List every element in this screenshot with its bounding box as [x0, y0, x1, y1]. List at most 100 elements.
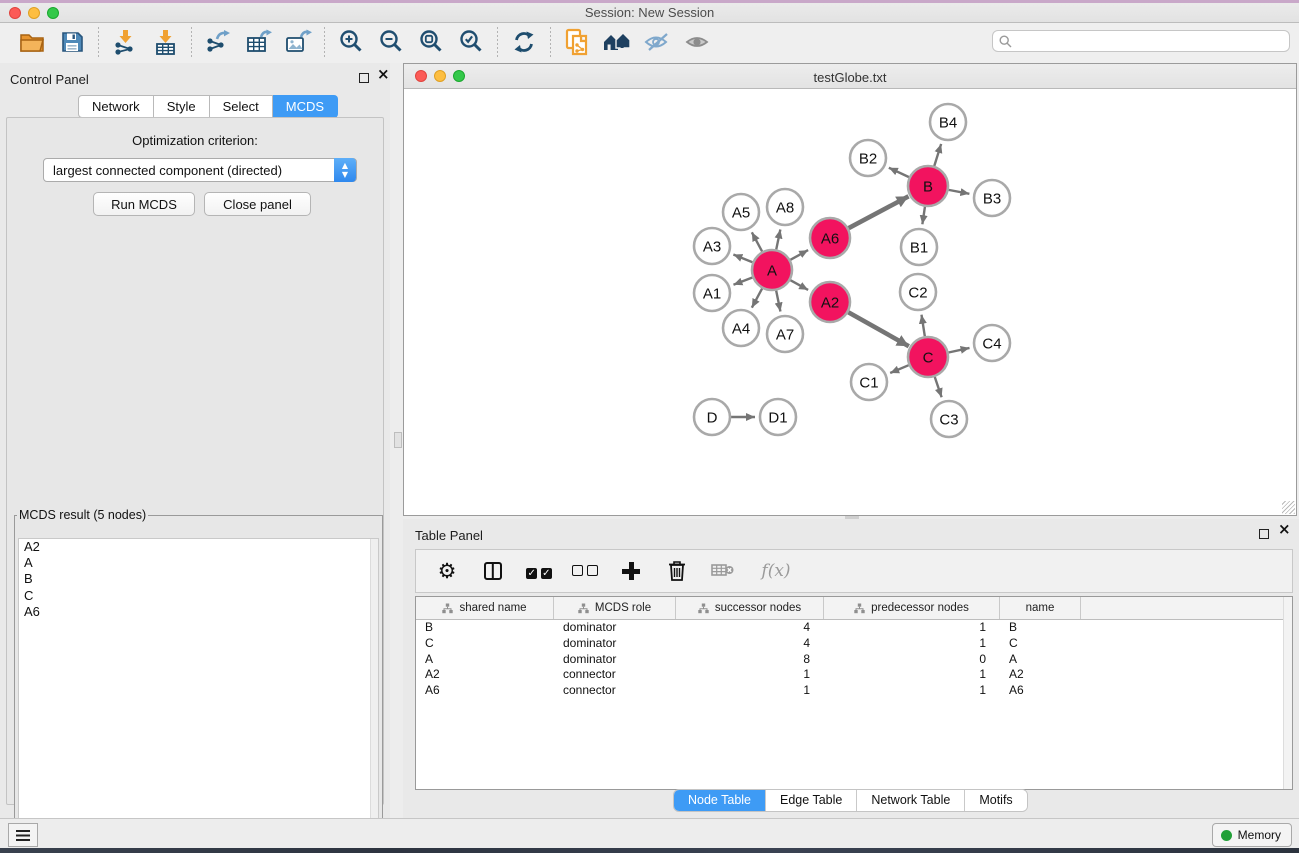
table-cell[interactable]: A6	[416, 683, 554, 699]
table-cell[interactable]: B	[416, 620, 554, 636]
settings-gear-button[interactable]: ⚙	[432, 556, 462, 586]
graph-edge-A-A5[interactable]	[752, 232, 762, 251]
search-field[interactable]	[992, 30, 1290, 52]
graph-node-A[interactable]: A	[752, 250, 792, 290]
table-cell[interactable]: A	[416, 652, 554, 668]
delete-row-button[interactable]	[662, 556, 692, 586]
graph-node-C3[interactable]: C3	[931, 401, 967, 437]
column-header-shared-name[interactable]: shared name	[416, 597, 554, 619]
graph-node-C[interactable]: C	[908, 337, 948, 377]
graph-node-A4[interactable]: A4	[723, 310, 759, 346]
mcds-result-item[interactable]: A2	[19, 539, 378, 555]
table-scrollbar[interactable]	[1283, 597, 1292, 789]
zoom-in-button[interactable]	[331, 26, 371, 60]
mcds-result-item[interactable]: A6	[19, 604, 378, 620]
function-builder-button[interactable]: f(x)	[754, 556, 798, 586]
import-table-button[interactable]	[145, 26, 185, 60]
table-cell[interactable]: 1	[676, 683, 824, 699]
graph-node-B4[interactable]: B4	[930, 104, 966, 140]
table-cell[interactable]: C	[416, 636, 554, 652]
export-image-button[interactable]	[278, 26, 318, 60]
table-cell[interactable]: connector	[554, 667, 676, 683]
graph-edge-B-B2[interactable]	[889, 168, 909, 177]
graph-node-C4[interactable]: C4	[974, 325, 1010, 361]
table-cell[interactable]: 1	[824, 667, 1000, 683]
open-session-button[interactable]	[12, 26, 52, 60]
export-network-button[interactable]	[198, 26, 238, 60]
table-cell[interactable]: 1	[824, 636, 1000, 652]
graph-node-C1[interactable]: C1	[851, 364, 887, 400]
column-header-name[interactable]: name	[1000, 597, 1081, 619]
graph-edge-A-A7[interactable]	[776, 291, 780, 312]
tab-motifs[interactable]: Motifs	[965, 790, 1026, 811]
graph-node-A3[interactable]: A3	[694, 228, 730, 264]
table-row[interactable]: Adominator80A	[416, 652, 1292, 668]
table-cell[interactable]: dominator	[554, 652, 676, 668]
graph-node-A2[interactable]: A2	[810, 282, 850, 322]
table-cell[interactable]: 1	[824, 683, 1000, 699]
table-cell[interactable]: dominator	[554, 620, 676, 636]
zoom-out-button[interactable]	[371, 26, 411, 60]
tab-edge-table[interactable]: Edge Table	[766, 790, 857, 811]
graph-node-D[interactable]: D	[694, 399, 730, 435]
graph-node-B[interactable]: B	[908, 166, 948, 206]
table-cell[interactable]: 1	[824, 620, 1000, 636]
graph-edge-B-B1[interactable]	[922, 207, 925, 224]
result-scrollbar[interactable]	[370, 539, 378, 849]
tab-style[interactable]: Style	[154, 95, 210, 118]
graph-node-A1[interactable]: A1	[694, 275, 730, 311]
graph-edge-A-A8[interactable]	[776, 230, 780, 250]
tab-network[interactable]: Network	[78, 95, 154, 118]
tab-node-table[interactable]: Node Table	[674, 790, 766, 811]
zoom-fit-button[interactable]	[411, 26, 451, 60]
table-cell[interactable]: connector	[554, 683, 676, 699]
hide-annotations-button[interactable]	[637, 26, 677, 60]
network-canvas[interactable]: B4B2BB3A5A8A6A3B1AA1C2A2A4A7C4CC1DD1C3	[404, 89, 1296, 515]
graph-node-B3[interactable]: B3	[974, 180, 1010, 216]
delete-table-button[interactable]	[708, 556, 738, 586]
graph-edge-A6-B[interactable]	[849, 196, 909, 228]
table-cell[interactable]: dominator	[554, 636, 676, 652]
table-row[interactable]: Cdominator41C	[416, 636, 1292, 652]
graph-node-D1[interactable]: D1	[760, 399, 796, 435]
select-all-button[interactable]: ✓ ✓	[524, 556, 554, 586]
column-header-predecessor-nodes[interactable]: predecessor nodes	[824, 597, 1000, 619]
table-cell[interactable]: 4	[676, 620, 824, 636]
close-panel-icon[interactable]: ×	[377, 69, 390, 79]
table-row[interactable]: Bdominator41B	[416, 620, 1292, 636]
table-cell[interactable]: A2	[416, 667, 554, 683]
mcds-result-item[interactable]: C	[19, 588, 378, 604]
graph-node-A8[interactable]: A8	[767, 189, 803, 225]
mcds-result-list[interactable]: A2ABCA6	[18, 538, 379, 850]
tab-mcds[interactable]: MCDS	[273, 95, 338, 118]
mcds-result-item[interactable]: B	[19, 571, 378, 587]
table-cell[interactable]: A2	[1000, 667, 1081, 683]
graph-edge-A-A6[interactable]	[790, 250, 808, 260]
clone-network-button[interactable]	[557, 26, 597, 60]
tab-select[interactable]: Select	[210, 95, 273, 118]
zoom-selected-button[interactable]	[451, 26, 491, 60]
graph-edge-C-C3[interactable]	[935, 377, 942, 397]
graph-edge-B-B4[interactable]	[934, 144, 941, 166]
table-row[interactable]: A6connector11A6	[416, 683, 1292, 699]
table-cell[interactable]: A6	[1000, 683, 1081, 699]
float-table-panel-icon[interactable]	[1259, 529, 1269, 540]
graph-edge-A-A1[interactable]	[733, 278, 752, 285]
table-cell[interactable]: 4	[676, 636, 824, 652]
table-cell[interactable]: B	[1000, 620, 1081, 636]
export-table-button[interactable]	[238, 26, 278, 60]
graph-edge-A2-C[interactable]	[848, 312, 909, 346]
criterion-dropdown[interactable]: largest connected component (directed) ▲…	[43, 158, 357, 182]
save-session-button[interactable]	[52, 26, 92, 60]
graph-node-B1[interactable]: B1	[901, 229, 937, 265]
column-header-mcds-role[interactable]: MCDS role	[554, 597, 676, 619]
table-cell[interactable]: 0	[824, 652, 1000, 668]
apply-layout-button[interactable]	[504, 26, 544, 60]
close-panel-button[interactable]: Close panel	[204, 192, 311, 216]
graph-edge-A-A4[interactable]	[752, 289, 762, 308]
graph-edge-A-A3[interactable]	[733, 255, 752, 263]
overview-button[interactable]	[597, 26, 637, 60]
float-panel-icon[interactable]	[359, 73, 369, 84]
table-cell[interactable]: 8	[676, 652, 824, 668]
graph-node-A5[interactable]: A5	[723, 194, 759, 230]
